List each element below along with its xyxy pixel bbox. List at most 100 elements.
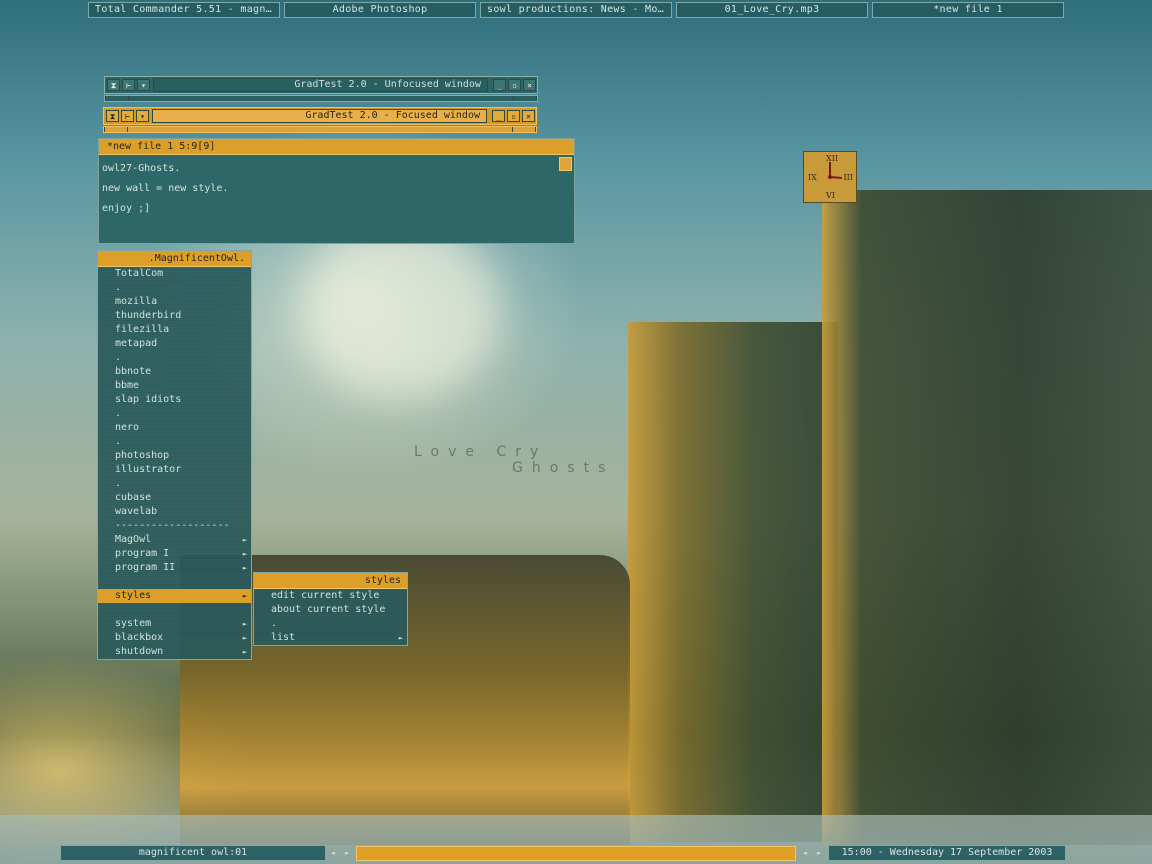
focused-window[interactable]: ⧗ ⊢ ▾ GradTest 2.0 - Focused window _ ▫ … — [103, 107, 537, 133]
resize-grip[interactable] — [512, 127, 536, 132]
window-titlebar[interactable]: ⧗ ⊢ ▾ GradTest 2.0 - Unfocused window _ … — [104, 76, 538, 94]
close-icon[interactable]: × — [522, 110, 535, 122]
menu-item-label: program I — [115, 548, 170, 559]
menu-item-label: program II — [115, 562, 176, 573]
wallpaper-caption-line: Love Cry — [414, 444, 548, 460]
workspace-label[interactable]: magnificent owl:01 — [60, 845, 326, 861]
pin-icon[interactable]: ⊢ — [121, 110, 134, 122]
menu-item[interactable]: program II ► — [98, 561, 251, 575]
menu-item-label: MagOwl — [115, 534, 152, 545]
sticky-icon[interactable]: ⧗ — [107, 79, 120, 91]
menu-item-label: shutdown — [115, 646, 164, 657]
pin-icon[interactable]: ⊢ — [122, 79, 135, 91]
prev-workspace-icon[interactable]: ◄ — [326, 847, 340, 859]
wallpaper-glow — [300, 220, 500, 400]
window-title: GradTest 2.0 - Focused window — [152, 109, 487, 123]
styles-submenu[interactable]: styles edit current style about current s… — [253, 572, 408, 646]
menu-item-label: ------------------- — [115, 520, 230, 531]
menu-item[interactable]: photoshop — [98, 449, 251, 463]
minimize-icon[interactable]: _ — [493, 79, 506, 91]
resize-grip[interactable] — [513, 96, 537, 101]
window-handle[interactable] — [104, 95, 538, 102]
menu-item-label: list — [271, 632, 296, 643]
menu-item-label: bbnote — [115, 366, 152, 377]
menu-item[interactable]: program I ► — [98, 547, 251, 561]
maximize-icon[interactable]: ▫ — [507, 110, 520, 122]
window-titlebar[interactable]: ⧗ ⊢ ▾ GradTest 2.0 - Focused window _ ▫ … — [103, 107, 537, 125]
minimize-icon[interactable]: _ — [492, 110, 505, 122]
menu-item-label: TotalCom — [115, 268, 164, 279]
current-task-bar[interactable] — [356, 846, 796, 861]
menu-item[interactable]: ------------------- — [98, 519, 251, 533]
menu-item-label: cubase — [115, 492, 152, 503]
menu-item[interactable]: list ► — [254, 631, 407, 645]
menu-item[interactable]: blackbox ► — [98, 631, 251, 645]
menu-item[interactable]: styles ► — [98, 589, 251, 603]
task-button[interactable]: Total Commander 5.51 - magni... — [88, 2, 280, 18]
menu-item-label: styles — [115, 590, 152, 601]
menu-title: .MagnificentOwl. — [98, 251, 251, 267]
menu-down-icon[interactable]: ▾ — [136, 110, 149, 122]
menu-item[interactable] — [98, 603, 251, 617]
menu-item-label: edit current style — [271, 590, 380, 601]
submenu-arrow-icon: ► — [242, 634, 247, 642]
wallpaper-caption-line: Ghosts — [512, 460, 615, 476]
maximize-icon[interactable]: ▫ — [508, 79, 521, 91]
menu-item[interactable]: . — [254, 617, 407, 631]
menu-item-label: system — [115, 618, 152, 629]
submenu-title: styles — [254, 573, 407, 589]
prev-task-icon[interactable]: ◄ — [798, 847, 812, 859]
menu-item[interactable]: filezilla — [98, 323, 251, 337]
unfocused-window[interactable]: ⧗ ⊢ ▾ GradTest 2.0 - Unfocused window _ … — [104, 76, 538, 102]
menu-item[interactable]: about current style — [254, 603, 407, 617]
menu-item-label: slap idiots — [115, 394, 182, 405]
next-workspace-icon[interactable]: ► — [340, 847, 354, 859]
task-button[interactable]: *new file 1 — [872, 2, 1064, 18]
editor-line: new wall = new style. — [102, 183, 229, 194]
next-task-icon[interactable]: ► — [812, 847, 826, 859]
window-handle[interactable] — [103, 126, 537, 133]
menu-item[interactable]: . — [98, 281, 251, 295]
menu-item[interactable]: nero — [98, 421, 251, 435]
submenu-arrow-icon: ► — [242, 620, 247, 628]
menu-item[interactable]: thunderbird — [98, 309, 251, 323]
resize-grip[interactable] — [105, 96, 129, 101]
analog-clock: XII III VI IX — [803, 151, 857, 203]
task-button[interactable]: 01_Love_Cry.mp3 — [676, 2, 868, 18]
menu-item[interactable]: . — [98, 477, 251, 491]
menu-item[interactable]: edit current style — [254, 589, 407, 603]
resize-grip[interactable] — [104, 127, 128, 132]
menu-item[interactable]: illustrator — [98, 463, 251, 477]
editor-scrollbar[interactable] — [559, 157, 572, 171]
menu-item[interactable]: TotalCom — [98, 267, 251, 281]
editor-line: owl27-Ghosts. — [102, 163, 181, 174]
menu-item-label: . — [271, 618, 278, 629]
menu-item-label: . — [115, 436, 122, 447]
editor-text-area[interactable]: owl27-Ghosts. new wall = new style. enjo… — [99, 155, 574, 223]
submenu-arrow-icon: ► — [242, 592, 247, 600]
editor-window[interactable]: *new file 1 5:9[9] owl27-Ghosts. new wal… — [98, 138, 575, 244]
menu-item[interactable]: mozilla — [98, 295, 251, 309]
menu-item[interactable]: . — [98, 407, 251, 421]
close-icon[interactable]: × — [523, 79, 536, 91]
menu-item[interactable]: . — [98, 351, 251, 365]
submenu-arrow-icon: ► — [242, 648, 247, 656]
menu-item[interactable]: . — [98, 435, 251, 449]
task-button[interactable]: sowl productions: News - Moz... — [480, 2, 672, 18]
clock-hands-icon — [828, 162, 843, 179]
menu-item[interactable]: cubase — [98, 491, 251, 505]
menu-item[interactable]: bbnote — [98, 365, 251, 379]
task-button[interactable]: Adobe Photoshop — [284, 2, 476, 18]
menu-item[interactable]: bbme — [98, 379, 251, 393]
root-menu[interactable]: .MagnificentOwl. TotalCom. mozilla thunder… — [97, 250, 252, 660]
menu-item[interactable]: slap idiots — [98, 393, 251, 407]
menu-down-icon[interactable]: ▾ — [137, 79, 150, 91]
menu-item[interactable]: shutdown ► — [98, 645, 251, 659]
menu-item[interactable]: metapad — [98, 337, 251, 351]
sticky-icon[interactable]: ⧗ — [106, 110, 119, 122]
menu-item[interactable]: MagOwl ► — [98, 533, 251, 547]
menu-item[interactable]: system ► — [98, 617, 251, 631]
menu-item[interactable] — [98, 575, 251, 589]
menu-item-label: nero — [115, 422, 140, 433]
menu-item[interactable]: wavelab — [98, 505, 251, 519]
